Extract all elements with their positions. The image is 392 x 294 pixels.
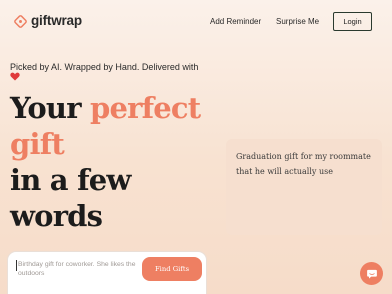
tagline: Picked by AI. Wrapped by Hand. Delivered… xyxy=(10,62,199,72)
text-caret xyxy=(16,260,17,271)
login-button[interactable]: Login xyxy=(333,12,372,31)
nav-surprise-me[interactable]: Surprise Me xyxy=(276,16,319,27)
headline-words: words xyxy=(10,199,103,233)
chat-button[interactable] xyxy=(360,262,383,285)
headline-gift: gift xyxy=(10,127,65,161)
hero-headline: Your perfect gift in a few words xyxy=(10,90,210,234)
logo[interactable]: giftwrap xyxy=(14,13,82,29)
gift-search-box: Find Gifts xyxy=(8,252,206,294)
example-prompt-card[interactable]: Graduation gift for my roommate that he … xyxy=(226,139,382,235)
nav-add-reminder[interactable]: Add Reminder xyxy=(210,16,261,27)
headline-your: Your xyxy=(10,91,90,125)
site-header: giftwrap Add Reminder Surprise Me Login xyxy=(0,0,392,42)
example-prompt-text: Graduation gift for my roommate that he … xyxy=(236,152,371,176)
gift-logo-icon xyxy=(14,14,27,28)
heart-icon xyxy=(10,72,20,81)
brand-name: giftwrap xyxy=(31,13,82,28)
headline-perfect: perfect xyxy=(89,91,201,125)
chat-icon xyxy=(366,269,377,278)
headline-in-a-few: in a few xyxy=(10,163,131,197)
find-gifts-button[interactable]: Find Gifts xyxy=(142,257,202,281)
gift-search-input[interactable] xyxy=(18,260,136,284)
